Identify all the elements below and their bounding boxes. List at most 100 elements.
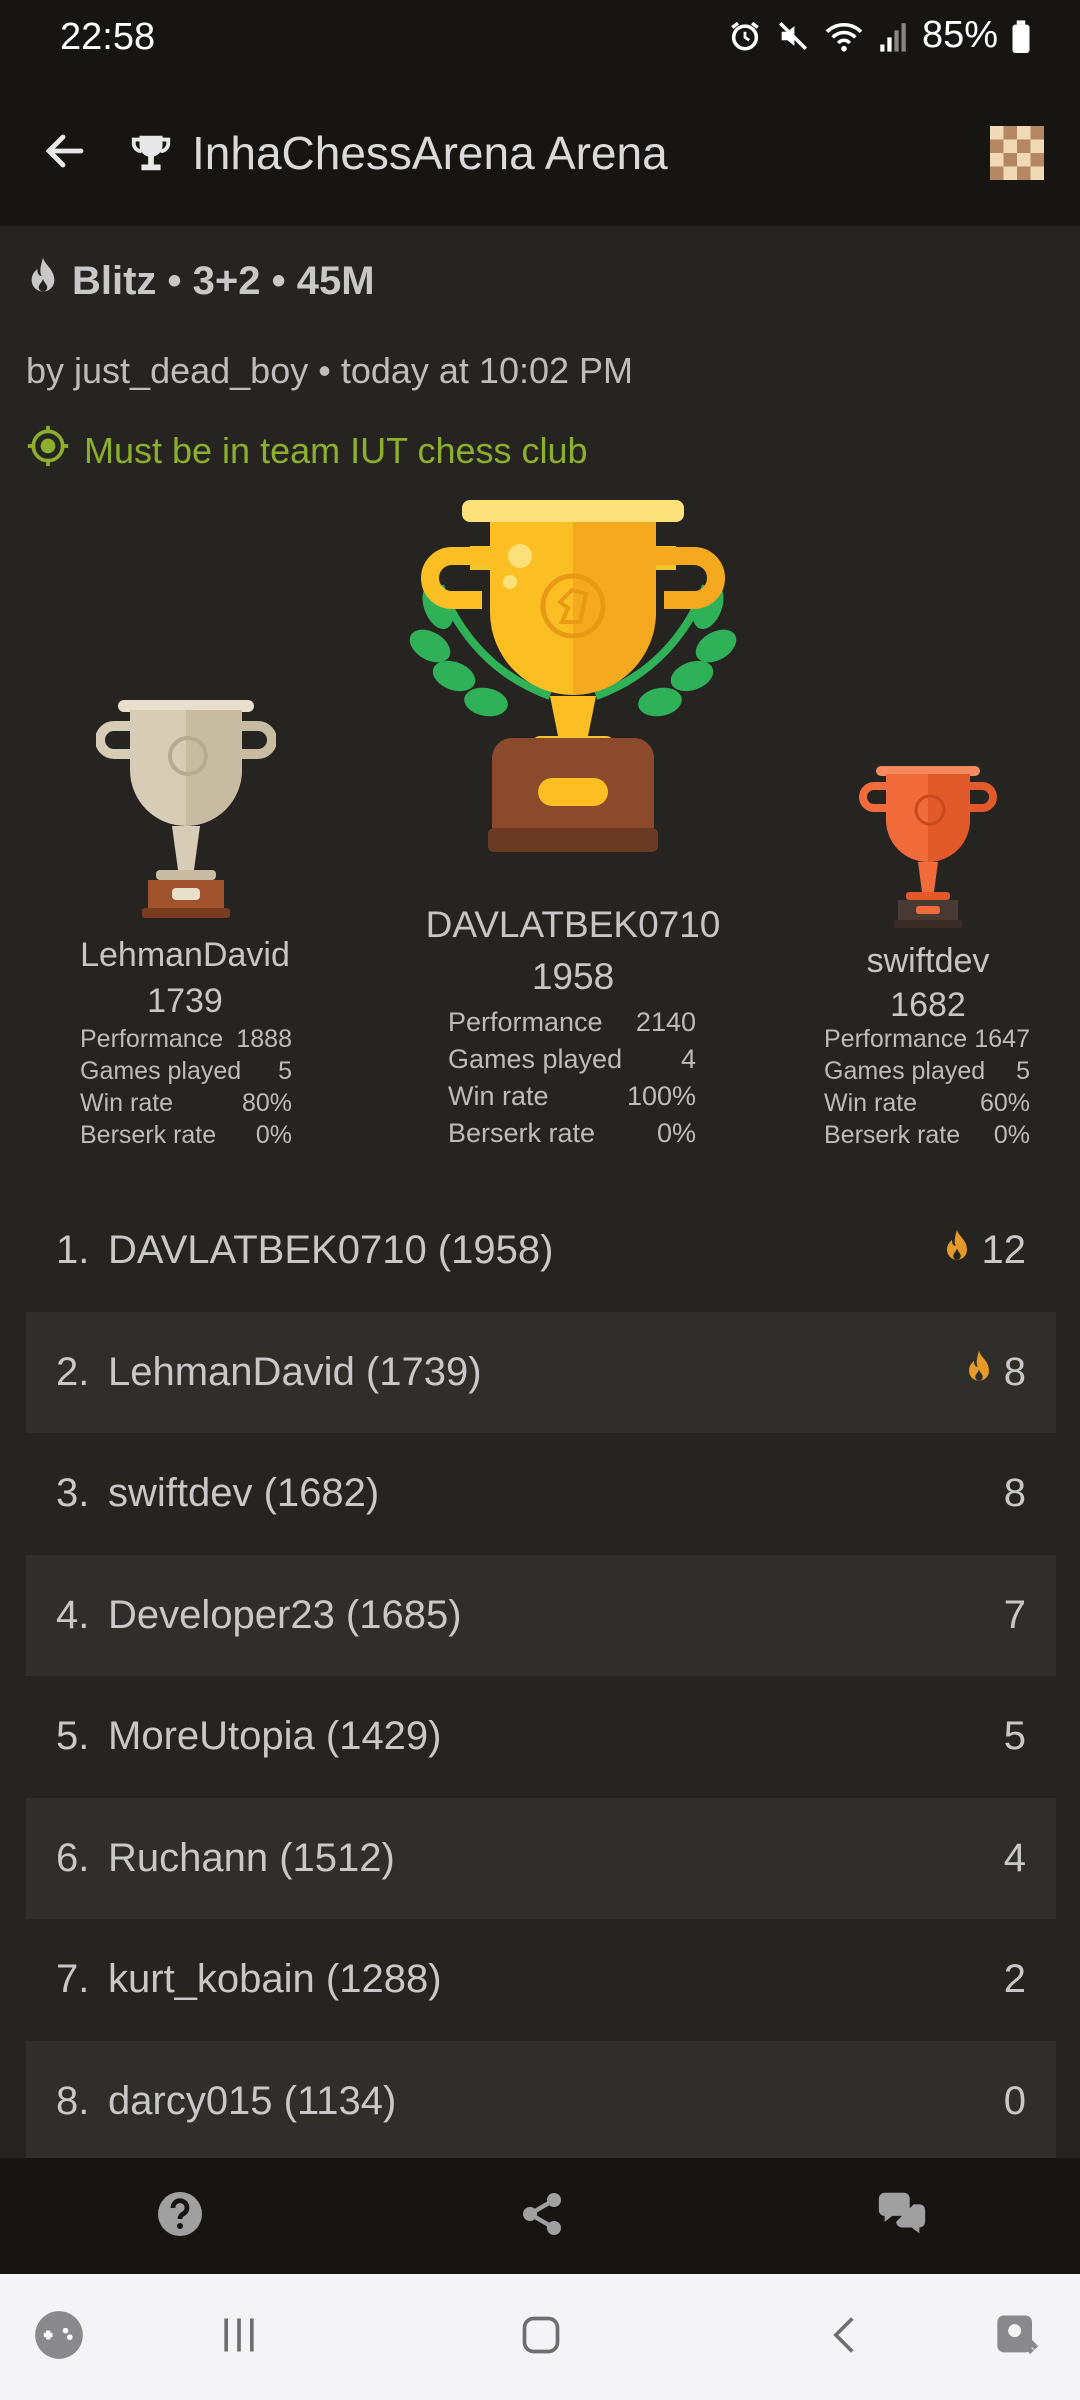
player-score: 4 xyxy=(1003,1835,1026,1880)
alarm-icon xyxy=(728,19,762,53)
rank-position: 6. xyxy=(56,1835,90,1880)
target-icon xyxy=(26,424,70,477)
stat-value: 60% xyxy=(979,1088,1030,1117)
player-name: darcy015 (1134) xyxy=(108,2078,397,2123)
entry-condition: Must be in team IUT chess club xyxy=(26,424,1056,477)
standings-row[interactable]: 2. LehmanDavid (1739) 8 xyxy=(26,1311,1056,1433)
stat-label: Games played xyxy=(824,1056,986,1085)
system-nav-bar xyxy=(0,2274,1080,2400)
player-name: kurt_kobain (1288) xyxy=(108,1957,442,2002)
stat-row: Games played 5 xyxy=(80,1055,292,1087)
rank-position: 5. xyxy=(56,1714,90,1759)
stat-label: Berserk rate xyxy=(824,1120,961,1149)
system-back-button[interactable] xyxy=(810,2302,880,2372)
battery-icon xyxy=(1012,19,1030,53)
game-launcher-button[interactable] xyxy=(24,2302,94,2372)
stat-value: 100% xyxy=(626,1081,696,1111)
third-place-name[interactable]: swiftdev xyxy=(800,942,1056,981)
score-value: 12 xyxy=(981,1228,1027,1273)
stat-label: Win rate xyxy=(80,1088,174,1117)
stat-value: 0% xyxy=(993,1120,1030,1149)
app-bar: InhaChessArena Arena xyxy=(0,80,1080,226)
chat-button[interactable] xyxy=(874,2188,930,2244)
rank-position: 7. xyxy=(56,1957,90,2002)
stat-value: 1647 xyxy=(974,1024,1030,1053)
standings-row[interactable]: 5. MoreUtopia (1429) 5 xyxy=(26,1676,1056,1798)
stat-label: Performance xyxy=(448,1007,603,1037)
arrow-left-icon xyxy=(41,127,89,180)
stat-label: Performance xyxy=(80,1024,224,1053)
stat-label: Berserk rate xyxy=(80,1120,217,1149)
home-button[interactable] xyxy=(506,2302,576,2372)
player-name: swiftdev (1682) xyxy=(108,1471,380,1516)
chevron-left-icon xyxy=(823,2313,867,2362)
flame-icon xyxy=(26,256,60,306)
stat-value: 2140 xyxy=(635,1007,696,1037)
first-place-name[interactable]: DAVLATBEK0710 xyxy=(350,904,796,946)
stat-row: Win rate 60% xyxy=(824,1087,1030,1119)
rank-position: 3. xyxy=(56,1471,90,1516)
standings-row[interactable]: 3. swiftdev (1682) 8 xyxy=(26,1433,1056,1555)
player-name: Ruchann (1512) xyxy=(108,1835,395,1880)
stat-value: 0% xyxy=(656,1118,696,1148)
signal-icon xyxy=(878,19,908,53)
help-button[interactable] xyxy=(152,2188,208,2244)
stat-row: Performance 1888 xyxy=(80,1023,292,1055)
status-bar: 22:58 85% xyxy=(0,0,1080,80)
stat-row: Berserk rate 0% xyxy=(824,1119,1030,1151)
third-place-stats: Performance 1647 Games played 5 Win rate 60… xyxy=(824,1023,1030,1151)
back-button[interactable] xyxy=(30,118,100,188)
stat-row: Performance 1647 xyxy=(824,1023,1030,1055)
recents-button[interactable] xyxy=(204,2302,274,2372)
chat-icon xyxy=(875,2190,929,2243)
stat-value: 5 xyxy=(278,1056,292,1085)
stat-row: Games played 4 xyxy=(448,1041,696,1078)
bottom-toolbar xyxy=(0,2158,1080,2274)
standings-row[interactable]: 6. Ruchann (1512) 4 xyxy=(26,1797,1056,1919)
player-name: LehmanDavid (1739) xyxy=(108,1349,482,1394)
standings-row[interactable]: 4. Developer23 (1685) 7 xyxy=(26,1554,1056,1676)
standings-row[interactable]: 8. darcy015 (1134) 0 xyxy=(26,2040,1056,2162)
rank-position: 1. xyxy=(56,1228,90,1273)
stat-label: Berserk rate xyxy=(448,1118,596,1148)
first-place-rating: 1958 xyxy=(531,956,615,997)
status-icons: 85% xyxy=(728,14,1030,57)
format-text: Blitz • 3+2 • 45M xyxy=(72,258,375,303)
trophy-icon xyxy=(128,130,174,181)
bronze-trophy-icon xyxy=(858,762,998,935)
recents-icon xyxy=(217,2313,261,2362)
gamepad-icon xyxy=(33,2309,85,2366)
stat-row: Performance 2140 xyxy=(448,1004,696,1041)
accessibility-button[interactable] xyxy=(984,2302,1054,2372)
second-place-stats: Performance 1888 Games played 5 Win rate 80… xyxy=(80,1023,292,1151)
stat-value: 0% xyxy=(255,1120,292,1149)
touch-lock-icon xyxy=(993,2309,1045,2366)
mute-icon xyxy=(776,19,810,53)
page-title: InhaChessArena Arena xyxy=(192,127,668,179)
standings-list: 1. DAVLATBEK0710 (1958) 12 2. LehmanDavi… xyxy=(26,1190,1056,2162)
stat-label: Games played xyxy=(448,1044,623,1074)
player-score: 5 xyxy=(1003,1714,1026,1759)
share-button[interactable] xyxy=(514,2188,570,2244)
stat-value: 1888 xyxy=(236,1024,292,1053)
stat-value: 4 xyxy=(680,1044,696,1074)
standings-row[interactable]: 7. kurt_kobain (1288) 2 xyxy=(26,1919,1056,2041)
third-place-rating: 1682 xyxy=(890,986,966,1024)
player-score: 12 xyxy=(942,1227,1027,1275)
standings-row[interactable]: 1. DAVLATBEK0710 (1958) 12 xyxy=(26,1190,1056,1312)
share-icon xyxy=(518,2190,566,2243)
condition-text: Must be in team IUT chess club xyxy=(84,429,588,471)
stat-row: Win rate 80% xyxy=(80,1087,292,1119)
player-name: DAVLATBEK0710 (1958) xyxy=(108,1228,554,1273)
chessboard-icon[interactable] xyxy=(990,126,1044,180)
gold-trophy-icon xyxy=(400,496,746,893)
stat-label: Performance xyxy=(824,1024,968,1053)
flame-icon xyxy=(942,1227,972,1275)
silver-trophy-icon xyxy=(95,696,277,927)
status-time: 22:58 xyxy=(60,16,156,58)
stat-label: Win rate xyxy=(824,1088,918,1117)
tournament-format: Blitz • 3+2 • 45M xyxy=(26,256,1056,306)
wifi-icon xyxy=(824,19,864,53)
second-place-name[interactable]: LehmanDavid xyxy=(40,936,330,975)
stat-label: Games played xyxy=(80,1056,242,1085)
